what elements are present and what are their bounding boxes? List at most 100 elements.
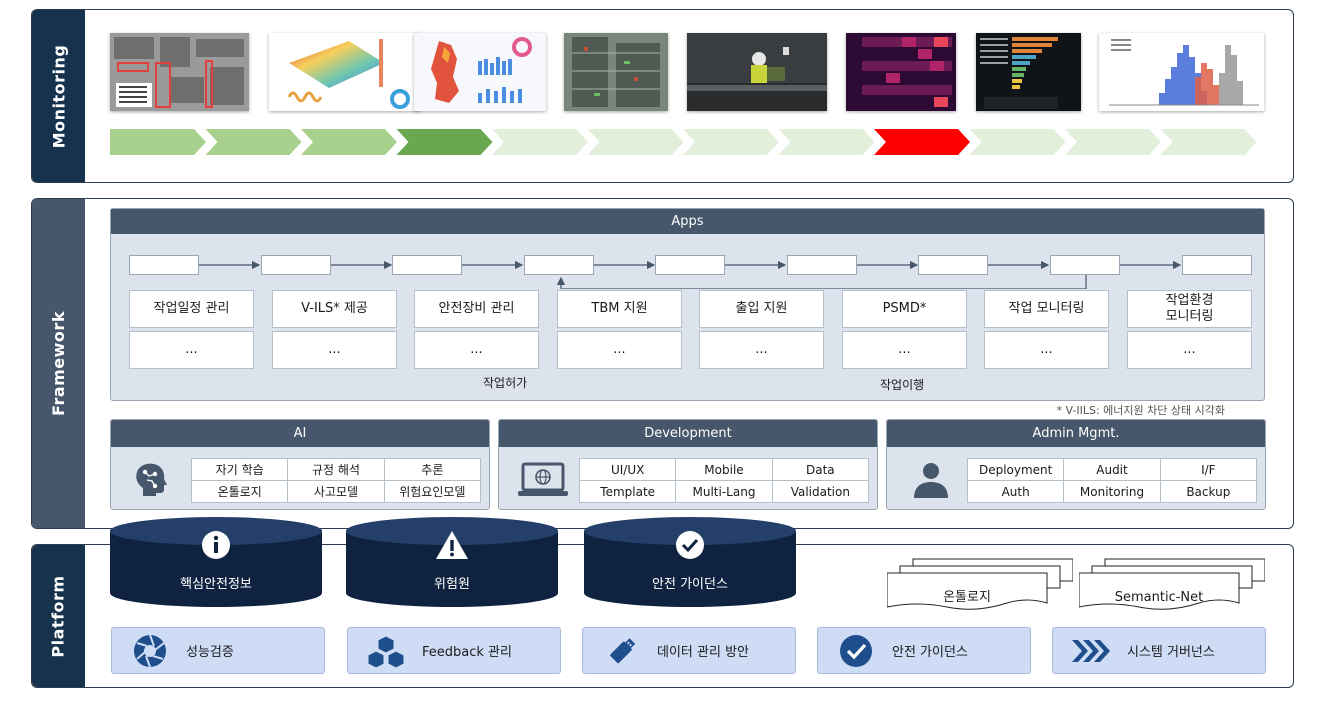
database-label: 안전 가이던스	[652, 577, 728, 592]
dev-data[interactable]: Data	[772, 459, 868, 480]
data-management-button[interactable]: 데이터 관리 방안	[582, 627, 796, 674]
check-badge-icon	[836, 634, 876, 668]
app-more-4[interactable]: ...	[557, 331, 682, 369]
ai-inference[interactable]: 추론	[384, 459, 480, 480]
database-safety-guidance[interactable]: 안전 가이던스	[584, 517, 796, 607]
safety-guidance-button[interactable]: 안전 가이던스	[817, 627, 1031, 674]
framework-panel: Framework Apps 작업일정 관리 V-ILS* 제공 안전장비 관리…	[31, 198, 1294, 529]
document-semantic-net[interactable]: Semantic-Net	[1079, 557, 1265, 613]
platform-side-label: Platform	[32, 545, 85, 687]
bar-race-image	[976, 33, 1081, 111]
flow-step-5	[655, 255, 725, 275]
thumbnail-histogram[interactable]	[1099, 33, 1264, 111]
framework-title: Framework	[49, 311, 69, 416]
worker-photo-image	[687, 33, 827, 111]
button-label: Feedback 관리	[422, 645, 512, 660]
heatmap-image	[846, 33, 956, 111]
performance-verification-button[interactable]: 성능검증	[111, 627, 325, 674]
admin-title: Admin Mgmt.	[887, 420, 1265, 447]
app-tbm[interactable]: TBM 지원	[557, 290, 682, 328]
app-schedule[interactable]: 작업일정 관리	[129, 290, 254, 328]
thumbnail-korea-dashboard[interactable]	[414, 33, 546, 111]
ai-rule-interpretation[interactable]: 규정 해석	[288, 459, 384, 480]
monitoring-title: Monitoring	[49, 44, 68, 148]
admin-auth[interactable]: Auth	[968, 481, 1064, 502]
app-more-5[interactable]: ...	[699, 331, 824, 369]
thumbnail-heatmap-table[interactable]	[846, 33, 956, 111]
progress-chevron-9	[874, 129, 970, 155]
check-circle-icon	[676, 531, 704, 559]
thumbnail-worker-photo[interactable]	[687, 33, 827, 111]
dev-mobile[interactable]: Mobile	[676, 459, 772, 480]
admin-grid: Deployment Audit I/F Auth Monitoring Bac…	[967, 458, 1257, 503]
admin-monitoring[interactable]: Monitoring	[1064, 481, 1160, 502]
korea-map-image	[414, 33, 546, 111]
document-label: 온톨로지	[943, 590, 991, 605]
progress-chevrons	[110, 129, 1257, 155]
app-more-3[interactable]: ...	[414, 331, 539, 369]
app-psmd[interactable]: PSMD*	[842, 290, 967, 328]
histogram-image	[1099, 33, 1264, 111]
development-grid: UI/UX Mobile Data Template Multi-Lang Va…	[579, 458, 869, 503]
usb-drive-icon	[601, 634, 641, 668]
app-safety-equipment[interactable]: 안전장비 관리	[414, 290, 539, 328]
app-vils[interactable]: V-ILS* 제공	[272, 290, 397, 328]
document-ontology[interactable]: 온톨로지	[887, 557, 1073, 613]
app-more-8[interactable]: ...	[1127, 331, 1252, 369]
thumbnail-bar-race[interactable]	[976, 33, 1081, 111]
progress-chevron-12	[1160, 129, 1257, 155]
thumbnail-3d-surface[interactable]	[269, 33, 420, 111]
development-module: Development UI/UX Mobile Data Template M…	[498, 419, 878, 510]
floorplan-image	[110, 33, 249, 111]
admin-if[interactable]: I/F	[1160, 459, 1256, 480]
feedback-management-button[interactable]: Feedback 관리	[347, 627, 561, 674]
dev-multi-lang[interactable]: Multi-Lang	[676, 481, 772, 502]
app-more-6[interactable]: ...	[842, 331, 967, 369]
ai-self-learning[interactable]: 자기 학습	[192, 459, 288, 480]
admin-backup[interactable]: Backup	[1160, 481, 1256, 502]
platform-title: Platform	[49, 574, 69, 658]
app-more-1[interactable]: ...	[129, 331, 254, 369]
progress-chevron-8	[778, 129, 875, 155]
dev-validation[interactable]: Validation	[772, 481, 868, 502]
warning-icon	[436, 531, 468, 559]
ai-ontology[interactable]: 온톨로지	[192, 481, 288, 502]
admin-audit[interactable]: Audit	[1064, 459, 1160, 480]
workflow-connectors	[199, 260, 1182, 289]
system-governance-button[interactable]: 시스템 거버넌스	[1052, 627, 1266, 674]
vils-footnote: * V-IILS: 에너지원 차단 상태 시각화	[1056, 404, 1225, 417]
monitoring-panel: Monitoring	[31, 9, 1294, 183]
app-env-monitoring[interactable]: 작업환경 모니터링	[1127, 290, 1252, 328]
flow-step-3	[392, 255, 462, 275]
app-access[interactable]: 출입 지원	[699, 290, 824, 328]
app-more-7[interactable]: ...	[984, 331, 1109, 369]
app-work-monitoring[interactable]: 작업 모니터링	[984, 290, 1109, 328]
brain-head-icon	[129, 460, 179, 500]
ai-grid: 자기 학습 규정 해석 추론 온톨로지 사고모델 위험요인모델	[191, 458, 481, 503]
progress-chevron-7	[683, 129, 779, 155]
aperture-icon	[130, 634, 170, 668]
admin-deployment[interactable]: Deployment	[968, 459, 1064, 480]
dev-template[interactable]: Template	[580, 481, 676, 502]
ai-accident-model[interactable]: 사고모델	[288, 481, 384, 502]
flow-step-1	[129, 255, 199, 275]
thumbnail-3d-building[interactable]	[564, 33, 668, 111]
app-more-2[interactable]: ...	[272, 331, 397, 369]
database-core-safety-info[interactable]: 핵심안전정보	[110, 517, 322, 607]
platform-panel: Platform 핵심안전정보 위험원 안전 가이던스 온톨로지 Semanti…	[31, 517, 1294, 688]
thumbnail-floorplan[interactable]	[110, 33, 249, 111]
database-hazard-source[interactable]: 위험원	[346, 517, 558, 607]
apps-section: Apps 작업일정 관리 V-ILS* 제공 안전장비 관리 TBM 지원 출입…	[110, 208, 1265, 401]
progress-chevron-4	[396, 129, 493, 155]
building-model-image	[564, 33, 668, 111]
button-label: 데이터 관리 방안	[657, 645, 749, 660]
database-label: 핵심안전정보	[180, 577, 252, 592]
button-label: 성능검증	[186, 645, 234, 660]
progress-chevron-3	[301, 129, 397, 155]
button-label: 시스템 거버넌스	[1127, 645, 1215, 660]
ai-risk-factor-model[interactable]: 위험요인모델	[384, 481, 480, 502]
ai-title: AI	[111, 420, 489, 447]
ai-module: AI 자기 학습 규정 해석 추론 온톨로지 사고모델 위험요인모델	[110, 419, 490, 510]
dev-uiux[interactable]: UI/UX	[580, 459, 676, 480]
phase-permit-label: 작업허가	[483, 376, 528, 390]
